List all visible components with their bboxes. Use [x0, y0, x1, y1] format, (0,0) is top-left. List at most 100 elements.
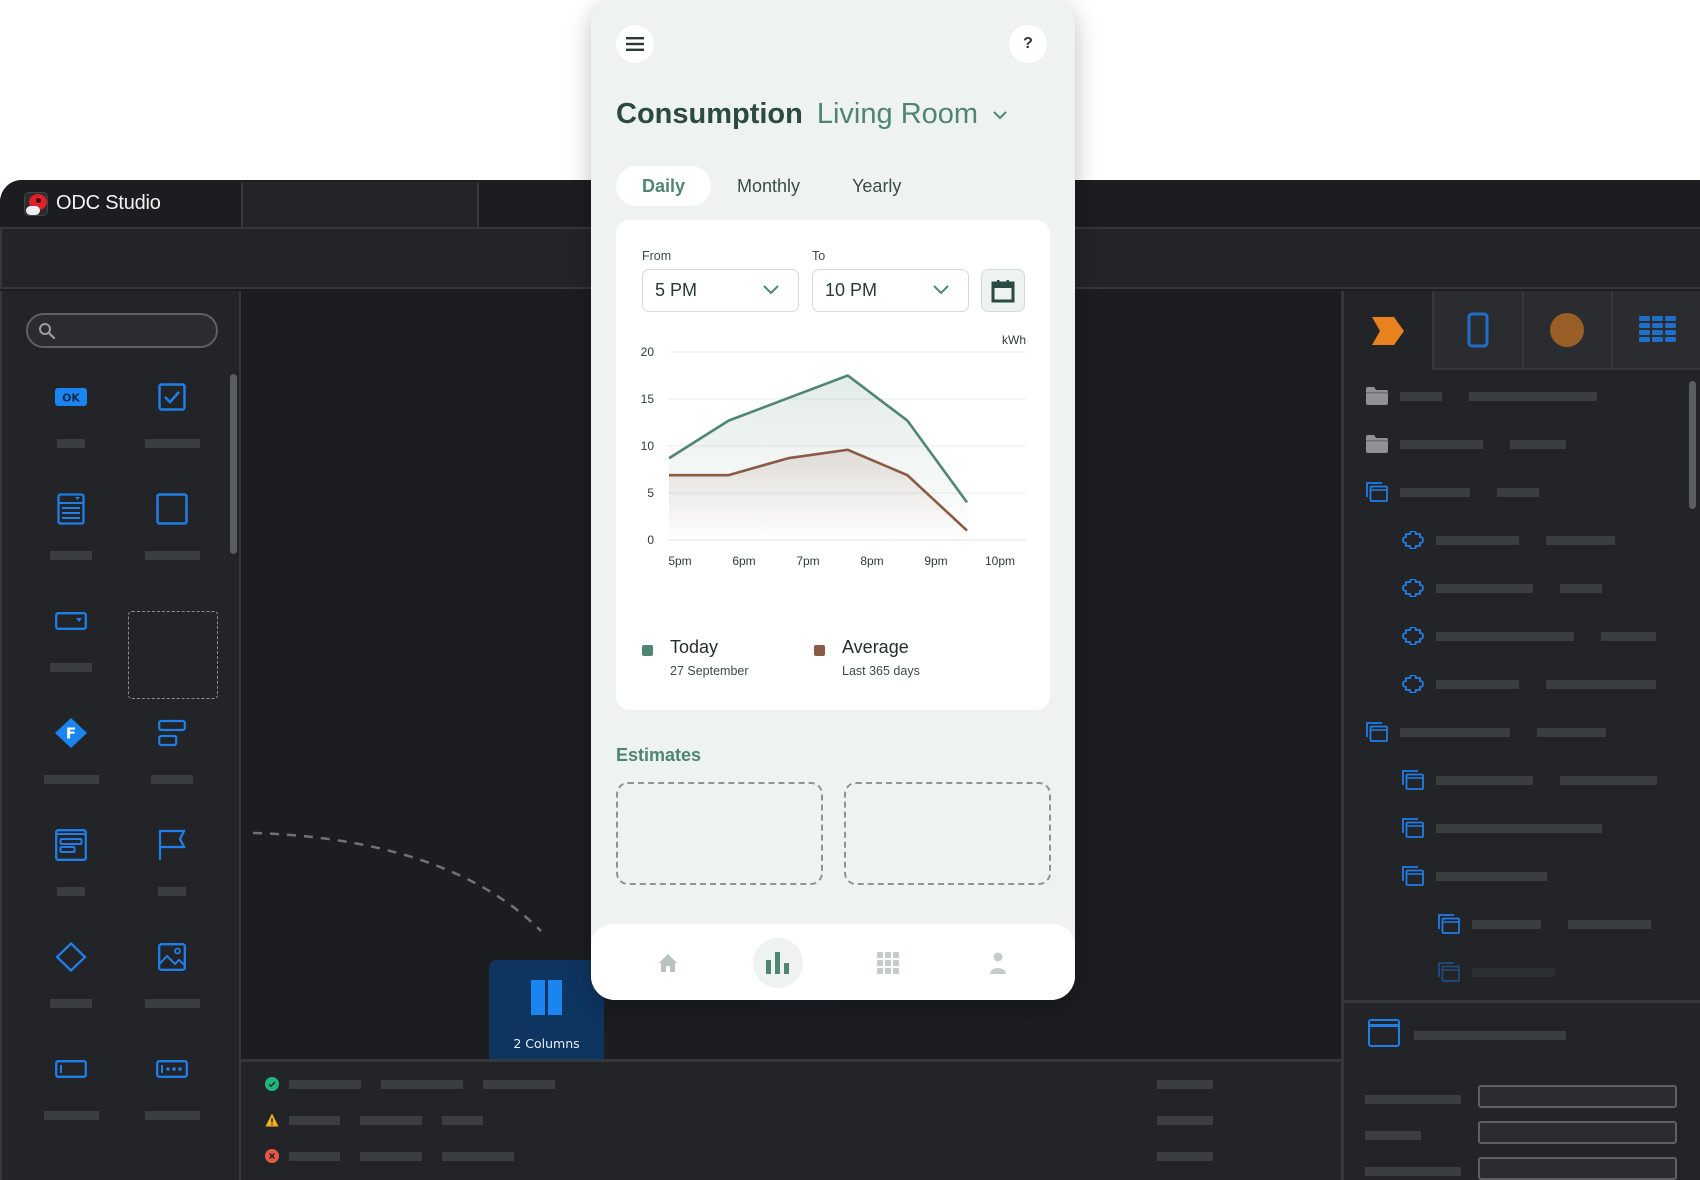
widget-label-placeholder [50, 551, 92, 560]
panel-tabs [1344, 291, 1700, 370]
tree-item[interactable] [1402, 576, 1629, 600]
tab-logic[interactable] [1523, 291, 1614, 370]
tree-item-label-placeholder [1436, 679, 1519, 689]
messages-panel [241, 1059, 1341, 1180]
column-drop-zone-2[interactable] [844, 782, 1051, 885]
tree-item[interactable] [1366, 384, 1624, 408]
error-circle-icon [265, 1149, 279, 1163]
toolbox-widget[interactable]: OK [21, 369, 121, 469]
tree-item[interactable] [1402, 624, 1683, 648]
help-icon: ? [1023, 35, 1033, 52]
tree-item[interactable] [1366, 720, 1633, 744]
app-tab[interactable]: ODC Studio [0, 180, 241, 227]
placeholder-drop-zone[interactable] [128, 611, 218, 699]
toolbox-widget[interactable] [122, 481, 222, 581]
toolbox-widget[interactable]: F [21, 705, 121, 805]
from-select[interactable]: 5 PM [642, 269, 799, 312]
tab-data[interactable] [1613, 291, 1700, 370]
tree-item-label-placeholder [1436, 871, 1547, 881]
tree-item-label-placeholder [1560, 775, 1657, 785]
tab-daily[interactable]: Daily [616, 166, 712, 206]
button-ok-icon: OK [51, 377, 91, 417]
tree-scrollbar[interactable] [1689, 381, 1696, 509]
tree-item[interactable] [1402, 672, 1683, 696]
properties-panel [1341, 1000, 1700, 1180]
status-row-error[interactable] [265, 1146, 534, 1166]
widget-label-placeholder [158, 887, 186, 896]
status-row-warning[interactable] [265, 1110, 503, 1130]
tree-item[interactable] [1402, 816, 1629, 840]
widget-label-placeholder [57, 887, 85, 896]
x-tick-label: 8pm [860, 554, 883, 568]
toolbox-widget[interactable] [21, 817, 121, 917]
tab-monthly[interactable]: Monthly [711, 166, 826, 206]
tree-item-label-placeholder [1436, 823, 1602, 833]
tree-item[interactable] [1402, 864, 1574, 888]
screens-icon [1366, 482, 1388, 502]
two-columns-icon [531, 980, 562, 1015]
tree-item[interactable] [1402, 768, 1684, 792]
column-drop-zone-1[interactable] [616, 782, 823, 885]
tree-item-label-placeholder [1546, 679, 1656, 689]
tree-item-label-placeholder [1436, 631, 1574, 641]
property-input[interactable] [1478, 1157, 1677, 1180]
folder-icon [1366, 434, 1388, 454]
y-tick-label: 20 [641, 345, 655, 359]
status-time [1157, 1116, 1213, 1125]
toolbox-panel: OK F [0, 291, 241, 1180]
toolbox-widget[interactable] [21, 1041, 121, 1141]
toolbox-widget[interactable] [21, 929, 121, 1029]
status-row-success[interactable] [265, 1074, 575, 1094]
calendar-button[interactable] [981, 269, 1025, 312]
chevron-down-icon [933, 285, 949, 295]
tree-item-label-placeholder [1568, 919, 1651, 929]
legend-subtitle: Last 365 days [842, 664, 920, 678]
block-puzzle-icon [1402, 674, 1424, 694]
nav-home[interactable] [643, 938, 693, 988]
legend-item-today: Today 27 September [642, 637, 749, 678]
columns-stack-icon [152, 713, 192, 753]
tab-interface[interactable] [1433, 291, 1524, 370]
toolbox-widget[interactable] [122, 929, 222, 1029]
toolbox-widget[interactable] [122, 817, 222, 917]
tree-item[interactable] [1366, 480, 1566, 504]
property-input[interactable] [1478, 1085, 1677, 1108]
tab-yearly[interactable]: Yearly [826, 166, 927, 206]
tree-item[interactable] [1402, 528, 1642, 552]
nav-apps[interactable] [863, 938, 913, 988]
period-tabs: Daily Monthly Yearly [616, 166, 927, 206]
toolbox-widget[interactable] [122, 369, 222, 469]
help-button[interactable]: ? [1009, 25, 1047, 63]
tree-item-label-placeholder [1400, 487, 1470, 497]
to-value: 10 PM [825, 280, 878, 300]
chevron-down-icon[interactable] [992, 107, 1008, 123]
property-input[interactable] [1478, 1121, 1677, 1144]
tree-item-label-placeholder [1436, 583, 1533, 593]
nav-profile[interactable] [973, 938, 1023, 988]
menu-button[interactable] [616, 25, 654, 63]
property-label [1365, 1131, 1421, 1140]
nav-consumption[interactable] [753, 938, 803, 988]
tree-item[interactable] [1366, 432, 1593, 456]
home-icon [659, 954, 677, 972]
chevron-down-icon [763, 285, 779, 295]
editor-tab[interactable] [241, 182, 479, 227]
to-select[interactable]: 10 PM [812, 269, 969, 312]
widget-label-placeholder [50, 663, 92, 672]
tree-item[interactable] [1438, 912, 1678, 936]
toolbox-widget[interactable] [21, 481, 121, 581]
estimates-heading: Estimates [616, 745, 702, 765]
x-tick-label: 7pm [796, 554, 819, 568]
room-selector[interactable]: Living Room [817, 98, 978, 131]
block-puzzle-icon [1402, 626, 1424, 646]
toolbox-search-input[interactable] [26, 313, 218, 348]
toolbox-widget[interactable] [122, 1041, 222, 1141]
toolbox-scrollbar[interactable] [230, 374, 237, 554]
tree-item[interactable] [1438, 960, 1582, 984]
toolbox-widget[interactable] [122, 705, 222, 805]
bottom-nav [591, 924, 1075, 1000]
two-columns-widget[interactable]: 2 Columns [489, 960, 604, 1072]
tab-processes[interactable] [1344, 291, 1434, 370]
container-icon [152, 489, 192, 529]
toolbox-widget[interactable] [21, 593, 121, 693]
